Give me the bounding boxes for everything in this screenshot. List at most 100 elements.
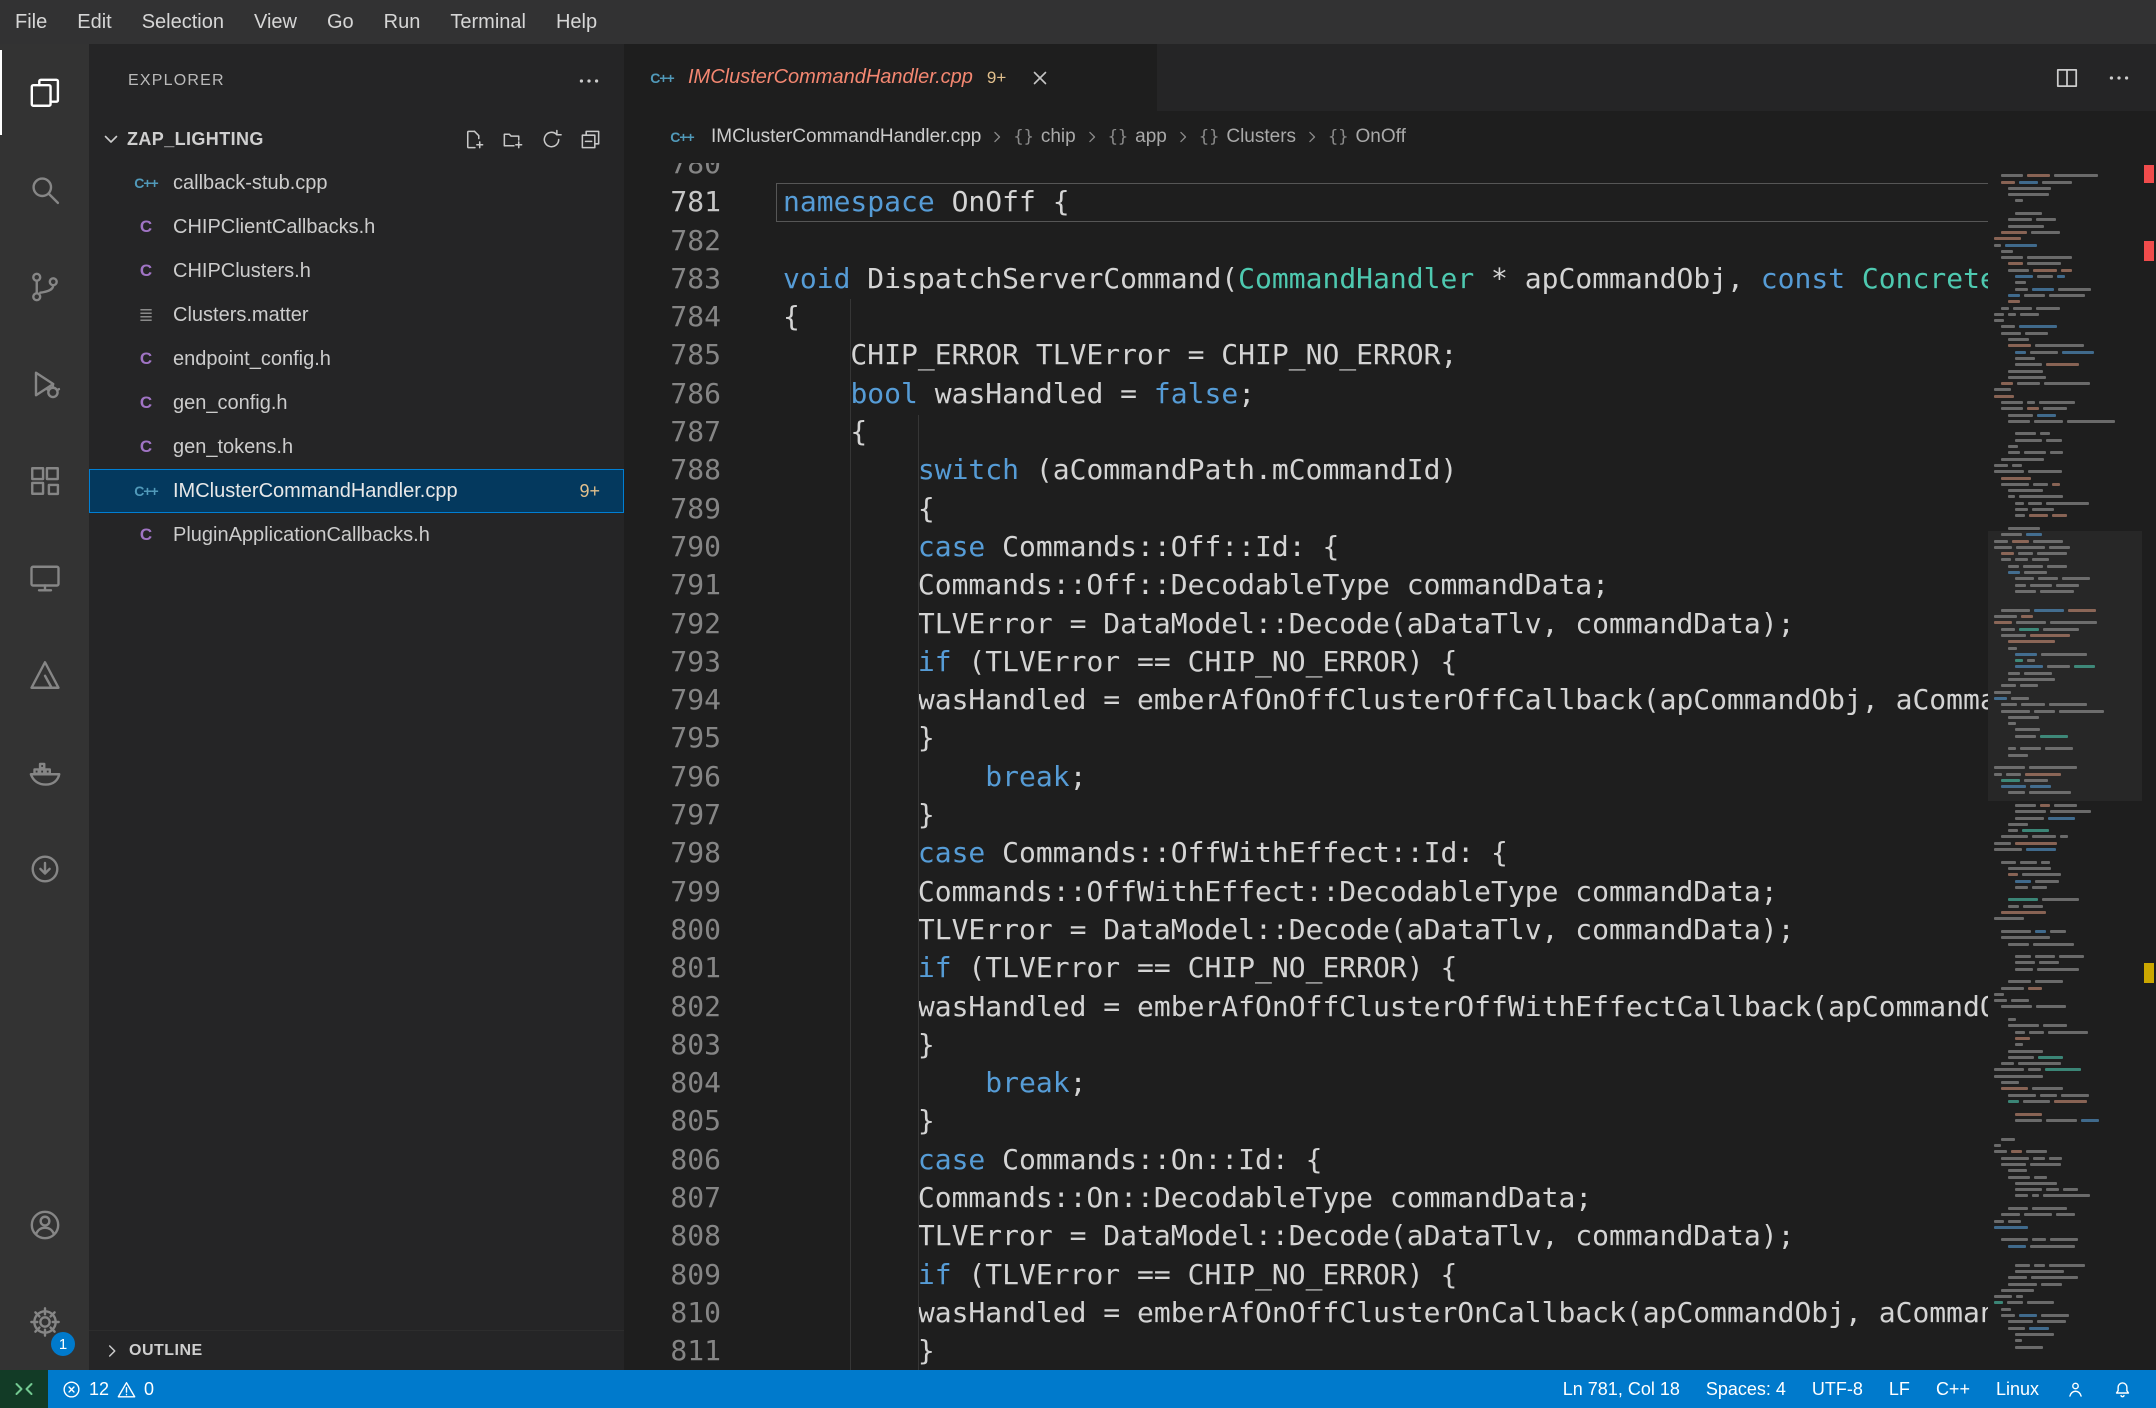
status-item-linux[interactable]: Linux bbox=[1983, 1379, 2052, 1400]
minimap-line bbox=[1994, 1118, 2138, 1122]
minimap-line bbox=[1994, 873, 2138, 877]
file-item-IMClusterCommandHandler.cpp[interactable]: C++ IMClusterCommandHandler.cpp 9+ bbox=[89, 469, 624, 513]
code-line-789[interactable]: 789 { bbox=[624, 490, 1988, 528]
breadcrumb-item-onoff[interactable]: {} OnOff bbox=[1328, 126, 1406, 148]
overview-ruler[interactable] bbox=[2142, 163, 2156, 1370]
code-line-798[interactable]: 798 case Commands::OffWithEffect::Id: { bbox=[624, 834, 1988, 872]
code-line-809[interactable]: 809 if (TLVError == CHIP_NO_ERROR) { bbox=[624, 1256, 1988, 1294]
tab-imclustercommandhandler[interactable]: C++ IMClusterCommandHandler.cpp 9+ bbox=[624, 44, 1157, 111]
more-actions-icon[interactable] bbox=[2106, 65, 2132, 91]
minimap-line bbox=[1994, 1269, 2138, 1273]
code-line-785[interactable]: 785 CHIP_ERROR TLVError = CHIP_NO_ERROR; bbox=[624, 336, 1988, 374]
remote-indicator[interactable] bbox=[0, 1370, 48, 1408]
split-editor-icon[interactable] bbox=[2054, 65, 2080, 91]
minimap-line bbox=[1994, 1201, 2138, 1204]
status-item-ln-781-col-18[interactable]: Ln 781, Col 18 bbox=[1550, 1379, 1693, 1400]
code-line-808[interactable]: 808 TLVError = DataModel::Decode(aDataTl… bbox=[624, 1217, 1988, 1255]
code-line-794[interactable]: 794 wasHandled = emberAfOnOffClusterOffC… bbox=[624, 681, 1988, 719]
file-item-gen_config.h[interactable]: Cgen_config.h bbox=[89, 381, 624, 425]
code-line-807[interactable]: 807 Commands::On::DecodableType commandD… bbox=[624, 1179, 1988, 1217]
status-item-feedback[interactable] bbox=[2052, 1379, 2099, 1400]
code-line-793[interactable]: 793 if (TLVError == CHIP_NO_ERROR) { bbox=[624, 643, 1988, 681]
code-line-787[interactable]: 787 { bbox=[624, 413, 1988, 451]
code-line-797[interactable]: 797 } bbox=[624, 796, 1988, 834]
file-item-Clusters.matter[interactable]: ≣ Clusters.matter bbox=[89, 293, 624, 337]
code-line-811[interactable]: 811 } bbox=[624, 1332, 1988, 1370]
code-line-802[interactable]: 802 wasHandled = emberAfOnOffClusterOffW… bbox=[624, 988, 1988, 1026]
code-line-803[interactable]: 803 } bbox=[624, 1026, 1988, 1064]
code-line-781[interactable]: 781 namespace OnOff { bbox=[624, 183, 1988, 222]
activity-item-extensions[interactable] bbox=[0, 432, 89, 529]
close-icon[interactable] bbox=[1028, 66, 1052, 90]
code-line-786[interactable]: 786 bool wasHandled = false; bbox=[624, 375, 1988, 413]
code-line-784[interactable]: 784 { bbox=[624, 298, 1988, 336]
code-line-792[interactable]: 792 TLVError = DataModel::Decode(aDataTl… bbox=[624, 605, 1988, 643]
problems-status[interactable]: 12 0 bbox=[48, 1370, 167, 1408]
menu-item-file[interactable]: File bbox=[0, 0, 62, 44]
code-line-801[interactable]: 801 if (TLVError == CHIP_NO_ERROR) { bbox=[624, 949, 1988, 987]
code-line-800[interactable]: 800 TLVError = DataModel::Decode(aDataTl… bbox=[624, 911, 1988, 949]
code-line-780[interactable]: 780 bbox=[624, 163, 1988, 183]
status-item-spaces-4[interactable]: Spaces: 4 bbox=[1693, 1379, 1799, 1400]
code-line-799[interactable]: 799 Commands::OffWithEffect::DecodableTy… bbox=[624, 873, 1988, 911]
minimap[interactable] bbox=[1988, 163, 2142, 1370]
code-line-782[interactable]: 782 bbox=[624, 222, 1988, 260]
breadcrumb-item-clusters[interactable]: {} Clusters bbox=[1199, 126, 1296, 148]
code-line-790[interactable]: 790 case Commands::Off::Id: { bbox=[624, 528, 1988, 566]
line-number: 789 bbox=[670, 491, 721, 525]
file-item-CHIPClientCallbacks.h[interactable]: C CHIPClientCallbacks.h bbox=[89, 205, 624, 249]
activity-item-cmake[interactable] bbox=[0, 626, 89, 723]
new-folder-icon[interactable] bbox=[501, 128, 524, 151]
activity-item-remote-explorer[interactable] bbox=[0, 529, 89, 626]
status-item-utf-8[interactable]: UTF-8 bbox=[1799, 1379, 1876, 1400]
breadcrumb-item-chip[interactable]: {} chip bbox=[1013, 126, 1075, 148]
file-item-CHIPClusters.h[interactable]: C CHIPClusters.h bbox=[89, 249, 624, 293]
minimap-line bbox=[1994, 986, 2138, 990]
code-line-804[interactable]: 804 break; bbox=[624, 1064, 1988, 1102]
code-line-783[interactable]: 783 void DispatchServerCommand(CommandHan… bbox=[624, 260, 1988, 298]
code-line-791[interactable]: 791 Commands::Off::DecodableType command… bbox=[624, 566, 1988, 604]
new-file-icon[interactable] bbox=[462, 128, 485, 151]
activity-item-files[interactable] bbox=[0, 44, 89, 141]
menu-item-go[interactable]: Go bbox=[312, 0, 369, 44]
file-item-PluginApplicationCallbacks.h[interactable]: C PluginApplicationCallbacks.h bbox=[89, 513, 624, 557]
more-actions-icon[interactable] bbox=[576, 68, 602, 94]
file-item-endpoint_config.h[interactable]: Cendpoint_config.h bbox=[89, 337, 624, 381]
activity-item-run-debug[interactable] bbox=[0, 335, 89, 432]
code-line-796[interactable]: 796 break; bbox=[624, 758, 1988, 796]
outline-section[interactable]: OUTLINE bbox=[89, 1330, 624, 1370]
menu-item-help[interactable]: Help bbox=[541, 0, 612, 44]
menu-item-view[interactable]: View bbox=[239, 0, 312, 44]
breadcrumb-item-app[interactable]: {} app bbox=[1108, 126, 1167, 148]
code-line-795[interactable]: 795 } bbox=[624, 719, 1988, 757]
line-number: 798 bbox=[670, 836, 721, 870]
status-item-bell[interactable] bbox=[2099, 1379, 2146, 1400]
file-item-callback-stub.cpp[interactable]: C++ callback-stub.cpp bbox=[89, 161, 624, 205]
refresh-icon[interactable] bbox=[540, 128, 563, 151]
activity-item-settings[interactable]: 1 bbox=[0, 1273, 89, 1370]
file-item-gen_tokens.h[interactable]: Cgen_tokens.h bbox=[89, 425, 624, 469]
code-line-805[interactable]: 805 } bbox=[624, 1102, 1988, 1140]
code-area[interactable]: 780 781 namespace OnOff {782 783 void Dispat… bbox=[624, 163, 1988, 1370]
menu-item-edit[interactable]: Edit bbox=[62, 0, 126, 44]
breadcrumb-item-imclustercommandhandler.cpp[interactable]: C++ IMClusterCommandHandler.cpp bbox=[670, 125, 981, 149]
minimap-line bbox=[1994, 1213, 2138, 1217]
line-content: { bbox=[783, 491, 935, 525]
status-item-lf[interactable]: LF bbox=[1876, 1379, 1923, 1400]
activity-item-source-control[interactable] bbox=[0, 238, 89, 335]
menu-item-terminal[interactable]: Terminal bbox=[435, 0, 541, 44]
minimap-line bbox=[1994, 715, 2138, 719]
activity-item-circle-arrow[interactable] bbox=[0, 820, 89, 917]
activity-item-docker[interactable] bbox=[0, 723, 89, 820]
activity-item-account[interactable] bbox=[0, 1176, 89, 1273]
collapse-all-icon[interactable] bbox=[579, 128, 602, 151]
explorer-section-header[interactable]: ZAP_LIGHTING bbox=[89, 117, 624, 161]
code-line-788[interactable]: 788 switch (aCommandPath.mCommandId) bbox=[624, 451, 1988, 489]
activity-item-search[interactable] bbox=[0, 141, 89, 238]
menu-item-selection[interactable]: Selection bbox=[127, 0, 239, 44]
status-item-c[interactable]: C++ bbox=[1923, 1379, 1983, 1400]
menu-item-run[interactable]: Run bbox=[369, 0, 436, 44]
code-line-806[interactable]: 806 case Commands::On::Id: { bbox=[624, 1141, 1988, 1179]
code-line-810[interactable]: 810 wasHandled = emberAfOnOffClusterOnCa… bbox=[624, 1294, 1988, 1332]
ruler-mark bbox=[2144, 241, 2154, 261]
